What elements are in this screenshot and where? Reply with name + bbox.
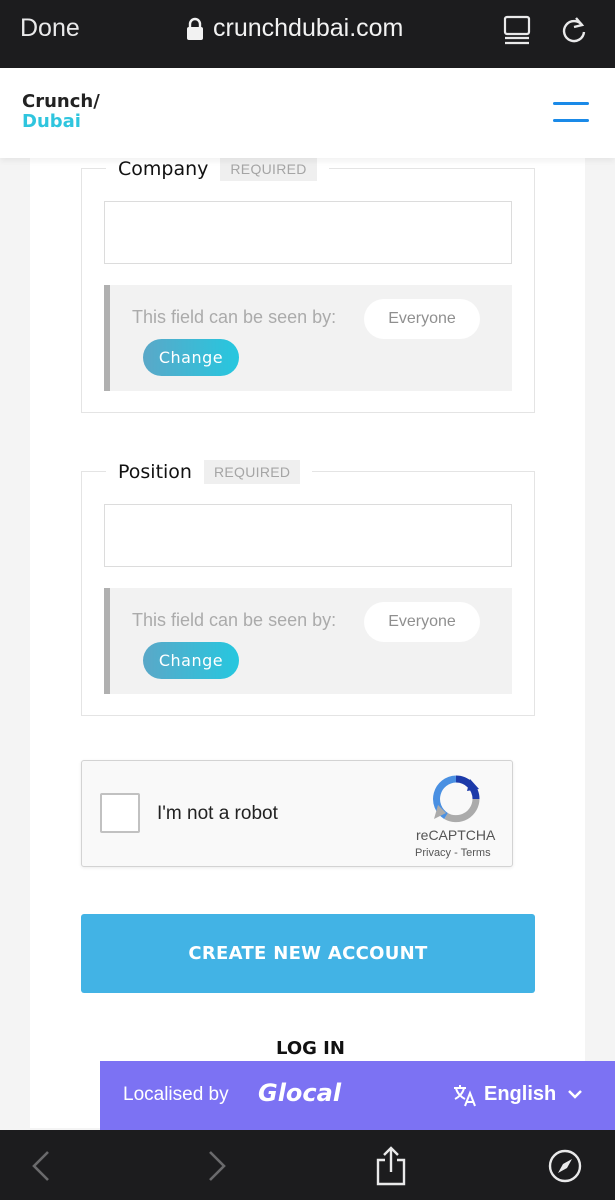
- reader-view-icon[interactable]: [502, 15, 532, 45]
- company-input[interactable]: [104, 201, 512, 264]
- required-badge: REQUIRED: [203, 460, 301, 484]
- position-label: Position: [118, 461, 192, 483]
- chevron-down-icon[interactable]: [567, 1088, 583, 1100]
- position-change-button[interactable]: Change: [143, 642, 239, 679]
- visibility-value-badge: Everyone: [364, 602, 480, 642]
- captcha-links: Privacy - Terms: [415, 847, 491, 859]
- captcha-brand: reCAPTCHA: [416, 827, 496, 843]
- localised-by-text: Localised by: [123, 1084, 229, 1105]
- logo-line-crunch: Crunch/: [22, 91, 100, 112]
- company-change-button[interactable]: Change: [143, 339, 239, 376]
- lock-icon: [187, 17, 203, 40]
- field-legend: Position REQUIRED: [106, 460, 313, 484]
- position-field-group: Position REQUIRED This field can be seen…: [81, 460, 535, 716]
- compass-icon[interactable]: [548, 1149, 582, 1183]
- browser-top-bar: Done crunchdubai.com: [0, 0, 615, 68]
- browser-bottom-bar: [0, 1130, 615, 1200]
- language-selector[interactable]: English: [484, 1083, 556, 1106]
- visibility-value-badge: Everyone: [364, 299, 480, 339]
- position-visibility-box: This field can be seen by: Everyone Chan…: [104, 588, 512, 694]
- site-logo[interactable]: Crunch/ Dubai: [22, 92, 100, 132]
- visibility-text: This field can be seen by:: [132, 307, 337, 327]
- share-icon[interactable]: [374, 1146, 408, 1186]
- company-label: Company: [118, 158, 209, 180]
- captcha-checkbox[interactable]: [100, 793, 140, 833]
- field-legend: Company REQUIRED: [106, 157, 329, 181]
- login-link[interactable]: LOG IN: [276, 1038, 345, 1059]
- company-visibility-box: This field can be seen by: Everyone Chan…: [104, 285, 512, 391]
- translate-icon: [454, 1085, 476, 1107]
- done-button[interactable]: Done: [20, 14, 80, 43]
- forward-arrow-icon[interactable]: [206, 1150, 228, 1182]
- glocal-logo: Glocal: [258, 1079, 342, 1107]
- back-arrow-icon[interactable]: [30, 1150, 52, 1182]
- hamburger-menu-icon[interactable]: [553, 102, 589, 124]
- recaptcha-widget: I'm not a robot reCAPTCHA Privacy - Term…: [81, 760, 513, 867]
- captcha-label: I'm not a robot: [157, 803, 278, 824]
- privacy-link[interactable]: Privacy: [415, 847, 451, 859]
- company-field-group: Company REQUIRED This field can be seen …: [81, 157, 535, 413]
- recaptcha-logo-icon: [433, 775, 480, 823]
- logo-line-dubai: Dubai: [22, 111, 81, 132]
- link-separator: -: [454, 847, 458, 859]
- localisation-bar: Localised by Glocal English: [100, 1061, 615, 1130]
- url-text: crunchdubai.com: [213, 14, 404, 42]
- reload-icon[interactable]: [558, 14, 590, 46]
- site-header: Crunch/ Dubai: [0, 68, 615, 158]
- position-input[interactable]: [104, 504, 512, 567]
- address-bar[interactable]: crunchdubai.com: [185, 14, 403, 43]
- required-badge: REQUIRED: [220, 157, 317, 181]
- create-account-button[interactable]: CREATE NEW ACCOUNT: [81, 914, 535, 993]
- visibility-text: This field can be seen by:: [132, 610, 337, 630]
- terms-link[interactable]: Terms: [461, 847, 491, 859]
